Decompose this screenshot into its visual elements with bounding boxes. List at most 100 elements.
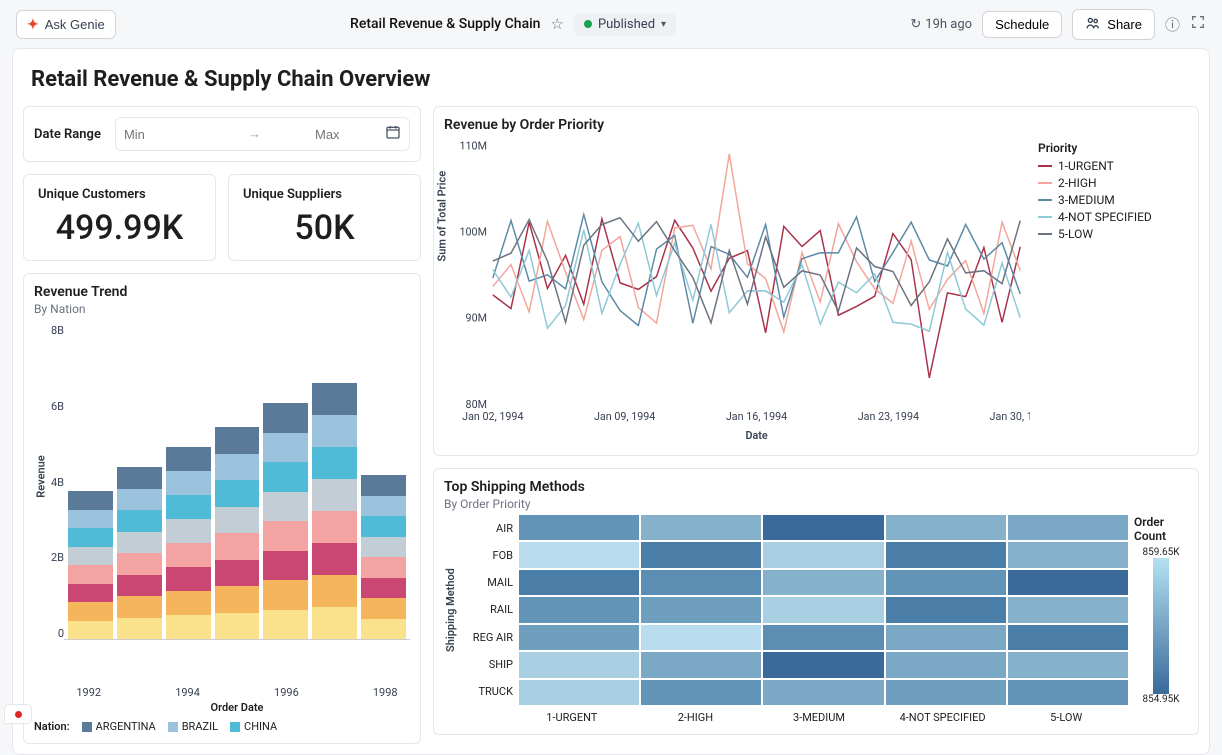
- heatmap-cell: [519, 570, 639, 595]
- revenue-trend-chart[interactable]: Revenue 8B 6B 4B 2B 0: [34, 320, 410, 680]
- revenue-priority-ylabel: Sum of Total Price: [436, 171, 449, 262]
- shipping-subtitle: By Order Priority: [444, 497, 1188, 511]
- shipping-xaxis: 1-URGENT2-HIGH3-MEDIUM4-NOT SPECIFIED5-L…: [444, 711, 1188, 724]
- bar-1995: [215, 427, 260, 639]
- ask-genie-label: Ask Genie: [45, 17, 105, 32]
- heatmap-cell: [641, 597, 761, 622]
- heatmap-scale: Order Count 859.65K 854.95K: [1134, 515, 1188, 705]
- heatmap-cell: [763, 515, 883, 540]
- share-label: Share: [1107, 17, 1142, 32]
- heatmap-cell: [763, 570, 883, 595]
- top-right-actions: ↻ 19h ago Schedule Share ⓘ: [910, 9, 1206, 40]
- kpi-suppliers-label: Unique Suppliers: [243, 187, 406, 202]
- shipping-panel: Top Shipping Methods By Order Priority S…: [433, 468, 1199, 735]
- heatmap-cell: [641, 652, 761, 677]
- publish-status-label: Published: [598, 17, 655, 32]
- top-bar: ✦ Ask Genie Retail Revenue & Supply Chai…: [0, 0, 1222, 48]
- shipping-title: Top Shipping Methods: [444, 479, 1188, 495]
- bar-1992: [68, 491, 113, 639]
- shipping-ylabel: Shipping Method: [444, 515, 457, 705]
- kpi-row: Unique Customers 499.99K Unique Supplier…: [23, 174, 421, 261]
- heatmap-cell: [1008, 680, 1128, 705]
- shipping-yticks: AIRFOBMAILRAILREG AIRSHIPTRUCK: [463, 515, 513, 705]
- heatmap-cell: [519, 597, 639, 622]
- heatmap-cell: [1008, 570, 1128, 595]
- bar-1998: [361, 475, 406, 639]
- status-dot-icon: [584, 20, 592, 28]
- revenue-trend-title: Revenue Trend: [34, 284, 410, 300]
- notification-bubble[interactable]: [4, 704, 32, 724]
- kpi-unique-suppliers: Unique Suppliers 50K: [228, 174, 421, 261]
- revenue-trend-bars: [64, 320, 410, 640]
- svg-text:Jan 02, 1994: Jan 02, 1994: [462, 410, 523, 423]
- scale-title: Order Count: [1134, 515, 1188, 543]
- revenue-priority-title: Revenue by Order Priority: [444, 117, 1188, 133]
- svg-text:90M: 90M: [466, 311, 487, 324]
- date-min-input[interactable]: [124, 127, 194, 142]
- info-icon[interactable]: ⓘ: [1165, 14, 1180, 35]
- publish-status-dropdown[interactable]: Published ▾: [574, 13, 676, 36]
- refresh-icon: ↻: [910, 17, 921, 32]
- kpi-customers-label: Unique Customers: [38, 187, 201, 202]
- heatmap-cell: [763, 542, 883, 567]
- revenue-trend-panel: Revenue Trend By Nation Revenue 8B 6B 4B…: [23, 273, 421, 744]
- kpi-customers-value: 499.99K: [38, 208, 201, 248]
- line-chart-svg: 110M100M90M80MJan 02, 1994Jan 09, 1994Ja…: [444, 135, 1030, 445]
- kpi-suppliers-value: 50K: [243, 208, 406, 248]
- heatmap-cell: [1008, 652, 1128, 677]
- refresh-button[interactable]: ↻ 19h ago: [910, 17, 972, 32]
- heatmap-cell: [1008, 542, 1128, 567]
- revenue-trend-subtitle: By Nation: [34, 302, 410, 316]
- revenue-trend-xaxis: 1992199419961998: [34, 686, 410, 699]
- arrow-right-icon: →: [194, 126, 315, 142]
- chevron-down-icon: ▾: [661, 19, 666, 30]
- heatmap-cell: [1008, 515, 1128, 540]
- heatmap-cell: [641, 625, 761, 650]
- revenue-trend-legend: Nation: ARGENTINA BRAZIL CHINA: [34, 720, 410, 733]
- revenue-priority-legend: Priority 1-URGENT 2-HIGH 3-MEDIUM 4-NOT …: [1038, 135, 1188, 445]
- scale-max: 859.65K: [1142, 547, 1179, 558]
- heatmap-cell: [886, 597, 1006, 622]
- revenue-trend-ylabel: Revenue: [35, 455, 48, 497]
- schedule-button[interactable]: Schedule: [982, 11, 1062, 38]
- star-icon[interactable]: ☆: [550, 15, 563, 33]
- legend-title: Priority: [1038, 141, 1188, 155]
- fullscreen-icon[interactable]: [1190, 14, 1206, 34]
- heatmap-cell: [886, 570, 1006, 595]
- bar-1996: [263, 403, 308, 639]
- heatmap-cell: [641, 515, 761, 540]
- heatmap-cell: [763, 597, 883, 622]
- heatmap-cell: [641, 680, 761, 705]
- heatmap-cell: [763, 652, 883, 677]
- svg-text:80M: 80M: [466, 398, 487, 411]
- scale-gradient: [1153, 558, 1169, 694]
- page-title: Retail Revenue & Supply Chain Overview: [31, 67, 1199, 92]
- heatmap-cell: [886, 542, 1006, 567]
- calendar-icon[interactable]: [385, 124, 401, 144]
- shipping-heatmap[interactable]: Shipping Method AIRFOBMAILRAILREG AIRSHI…: [444, 515, 1188, 705]
- date-range-filter: Date Range →: [23, 106, 421, 162]
- revenue-priority-chart[interactable]: Sum of Total Price 110M100M90M80MJan 02,…: [444, 135, 1030, 445]
- heatmap-cell: [519, 515, 639, 540]
- date-range-control[interactable]: →: [115, 117, 410, 151]
- svg-text:100M: 100M: [460, 225, 487, 238]
- heatmap-cell: [519, 680, 639, 705]
- heatmap-grid: [519, 515, 1128, 705]
- heatmap-cell: [763, 680, 883, 705]
- date-max-input[interactable]: [315, 127, 385, 142]
- heatmap-cell: [641, 570, 761, 595]
- bar-1994: [166, 447, 211, 639]
- date-range-label: Date Range: [34, 127, 101, 142]
- heatmap-cell: [886, 625, 1006, 650]
- share-button[interactable]: Share: [1072, 9, 1155, 40]
- sparkle-icon: ✦: [27, 16, 39, 33]
- svg-text:Date: Date: [745, 429, 767, 442]
- heatmap-cell: [763, 625, 883, 650]
- ask-genie-button[interactable]: ✦ Ask Genie: [16, 10, 116, 39]
- revenue-trend-xlabel: Order Date: [34, 701, 410, 714]
- svg-text:Jan 30, 1994: Jan 30, 1994: [990, 410, 1030, 423]
- refresh-time: 19h ago: [925, 17, 972, 32]
- heatmap-cell: [519, 652, 639, 677]
- people-icon: [1085, 15, 1101, 34]
- heatmap-cell: [1008, 625, 1128, 650]
